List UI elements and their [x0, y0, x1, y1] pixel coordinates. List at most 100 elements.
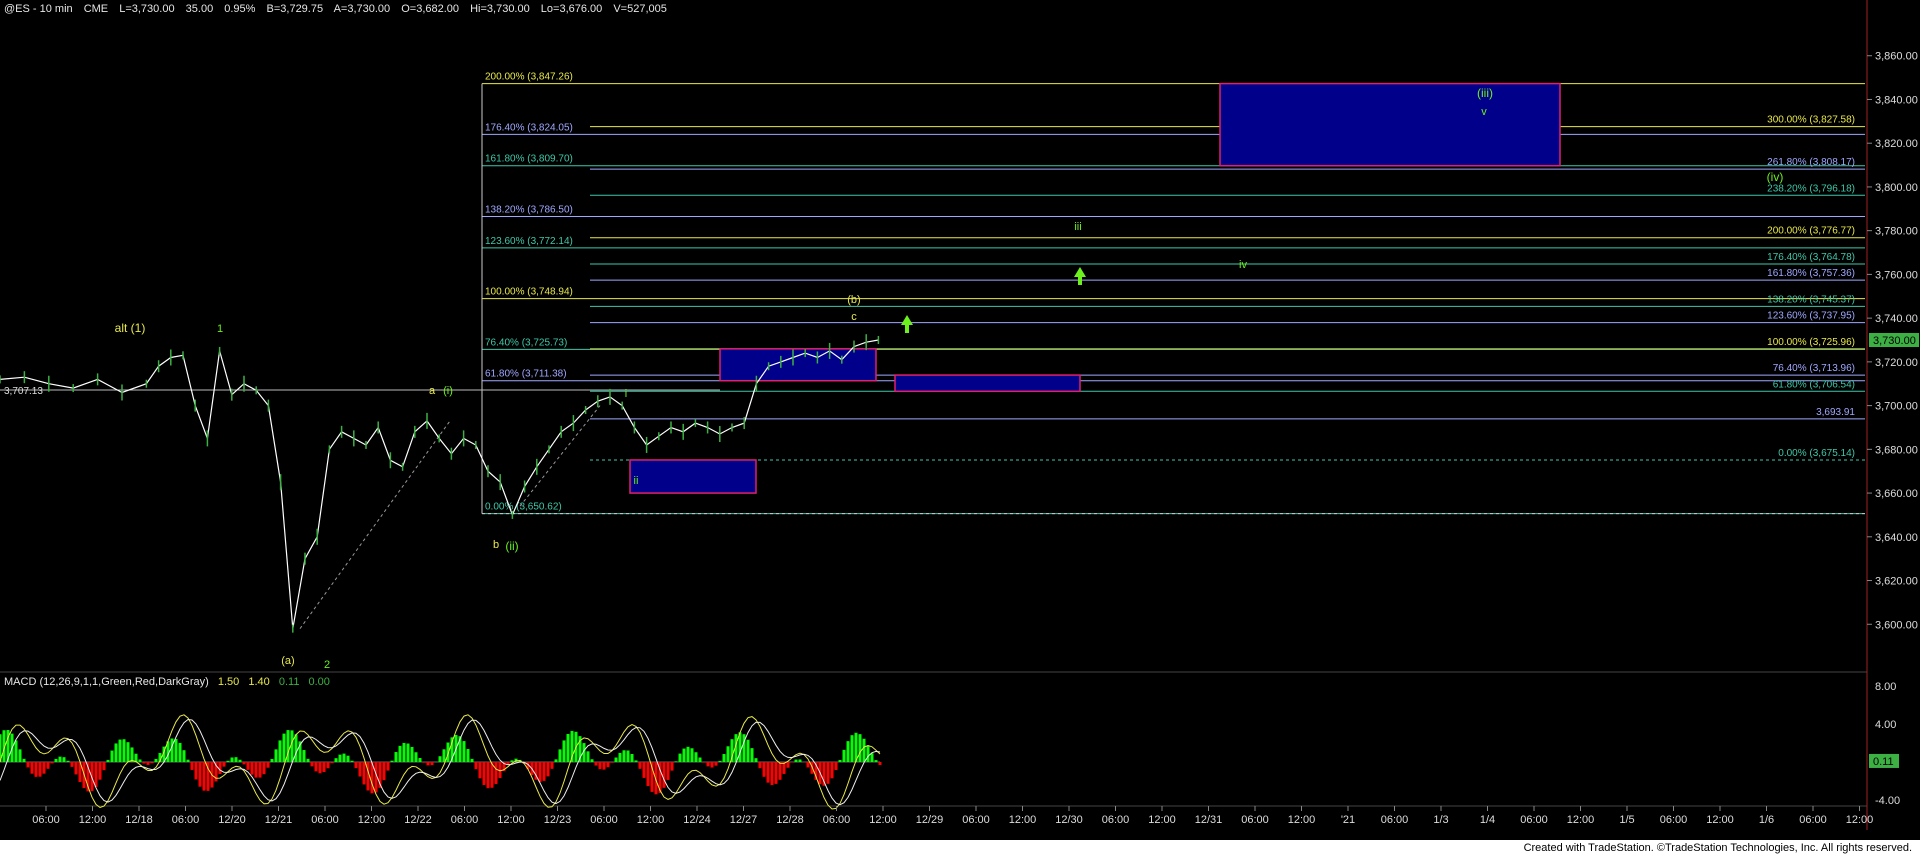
exchange-label: CME	[83, 3, 109, 15]
fib-label-right: 200.00% (3,776.77)	[1767, 226, 1855, 237]
wave-label: alt (1)	[115, 321, 146, 335]
fib-label-left: 100.00% (3,748.94)	[485, 287, 573, 298]
x-tick-label: 12/24	[683, 814, 711, 826]
wave-label: ii	[634, 475, 639, 487]
pct-change: 0.95%	[224, 3, 256, 15]
x-tick-label: 12/29	[916, 814, 944, 826]
x-tick-label: 12/18	[125, 814, 153, 826]
y-tick-label: 3,680.00	[1875, 444, 1918, 456]
last-price-badge-label: 3,730.00	[1873, 335, 1916, 347]
x-tick-label: 06:00	[1381, 814, 1409, 826]
net-change: 35.00	[185, 3, 214, 15]
x-tick-label: 06:00	[32, 814, 60, 826]
fib-label-left: 0.00% (3,650.62)	[485, 502, 562, 513]
fib-label-left: 61.80% (3,711.38)	[485, 369, 567, 380]
wave-label: iii	[1074, 221, 1081, 233]
x-tick-label: 12:00	[358, 814, 386, 826]
fib-label-right: 161.80% (3,757.36)	[1767, 268, 1855, 279]
target-box	[719, 348, 877, 382]
wave-label: (a)	[281, 655, 294, 667]
wave-label: a	[429, 385, 436, 397]
y-tick-label: 3,840.00	[1875, 94, 1918, 106]
macd-y-tick: 4.00	[1875, 719, 1896, 731]
macd-value-3: 0.11	[278, 676, 300, 688]
fib-label-right: 176.40% (3,764.78)	[1767, 252, 1855, 263]
y-tick-label: 3,760.00	[1875, 269, 1918, 281]
footer-text: Created with TradeStation. ©TradeStation…	[1523, 842, 1912, 854]
left-price-label: 3,707.13	[4, 386, 43, 397]
volume: V=527,005	[613, 3, 667, 15]
x-tick-label: 1/5	[1619, 814, 1634, 826]
x-tick-label: 12/30	[1055, 814, 1083, 826]
chart-canvas[interactable]: 3,600.00 3,620.00 3,640.00 3,660.00 3,680.00…	[0, 0, 1920, 857]
fib-label-right: 0.00% (3,675.14)	[1778, 448, 1855, 459]
x-tick-label: 1/4	[1480, 814, 1495, 826]
x-tick-label: 12:00	[1567, 814, 1595, 826]
ask-price: A=3,730.00	[333, 3, 391, 15]
y-tick-label: 3,860.00	[1875, 51, 1918, 63]
wave-label: 2	[324, 659, 330, 671]
fib-label-right: 61.80% (3,706.54)	[1773, 379, 1855, 390]
target-box	[629, 459, 757, 494]
wave-label: (b)	[847, 294, 860, 306]
macd-value-4: 0.00	[308, 676, 330, 688]
x-tick-label: 06:00	[1241, 814, 1269, 826]
x-tick-label: 06:00	[823, 814, 851, 826]
symbol-header: @ES - 10 min CME L=3,730.00 35.00 0.95% …	[4, 3, 675, 15]
fib-label-right: 261.80% (3,808.17)	[1767, 157, 1855, 168]
x-tick-label: 12/21	[265, 814, 293, 826]
x-tick-label: 06:00	[962, 814, 990, 826]
x-tick-label: 06:00	[311, 814, 339, 826]
x-tick-label: 12/28	[776, 814, 804, 826]
macd-header: MACD (12,26,9,1,1,Green,Red,DarkGray) 1.…	[4, 676, 330, 688]
y-tick-label: 3,700.00	[1875, 401, 1918, 413]
x-tick-label: 12:00	[1846, 814, 1874, 826]
y-tick-label: 3,600.00	[1875, 619, 1918, 631]
x-tick-label: 12:00	[79, 814, 107, 826]
x-tick-label: 1/3	[1433, 814, 1448, 826]
x-tick-label: 06:00	[1799, 814, 1827, 826]
wave-label: 1	[217, 323, 223, 335]
y-tick-label: 3,780.00	[1875, 226, 1918, 238]
wave-label: v	[1481, 106, 1487, 118]
x-tick-label: '21	[1341, 814, 1355, 826]
fib-label-right: 238.20% (3,796.18)	[1767, 183, 1855, 194]
fib-label-right: 76.40% (3,713.96)	[1773, 363, 1855, 374]
fib-label-left: 161.80% (3,809.70)	[485, 154, 573, 165]
x-tick-label: 12/23	[544, 814, 572, 826]
x-tick-label: 12:00	[1706, 814, 1734, 826]
macd-value-2: 1.40	[248, 676, 270, 688]
symbol-label: @ES - 10 min	[4, 3, 73, 15]
fib-label-left: 123.60% (3,772.14)	[485, 236, 573, 247]
fib-label-left: 200.00% (3,847.26)	[485, 72, 573, 83]
fib-label-right: 138.20% (3,745.37)	[1767, 294, 1855, 305]
y-tick-label: 3,640.00	[1875, 532, 1918, 544]
x-tick-label: 12/20	[218, 814, 246, 826]
x-tick-label: 06:00	[1102, 814, 1130, 826]
x-tick-label: 12/27	[730, 814, 758, 826]
fib-label-left: 76.40% (3,725.73)	[485, 337, 567, 348]
last-price: L=3,730.00	[119, 3, 175, 15]
x-tick-label: 06:00	[1660, 814, 1688, 826]
wave-label: c	[851, 311, 857, 323]
fib-label-right: 300.00% (3,827.58)	[1767, 115, 1855, 126]
wave-label: (ii)	[505, 539, 518, 553]
x-tick-label: 12:00	[497, 814, 525, 826]
macd-y-tick: -4.00	[1875, 795, 1900, 807]
wave-label: (iii)	[1477, 86, 1493, 100]
fib-label-left: 138.20% (3,786.50)	[485, 204, 573, 215]
fib-label-right: 100.00% (3,725.96)	[1767, 337, 1855, 348]
x-tick-label: 12:00	[637, 814, 665, 826]
x-tick-label: 06:00	[451, 814, 479, 826]
y-tick-label: 3,820.00	[1875, 138, 1918, 150]
high-price: Hi=3,730.00	[470, 3, 530, 15]
fib-label-right: 123.60% (3,737.95)	[1767, 311, 1855, 322]
bid-price: B=3,729.75	[266, 3, 324, 15]
macd-y-tick: 8.00	[1875, 681, 1896, 693]
x-tick-label: 12:00	[869, 814, 897, 826]
low-price: Lo=3,676.00	[540, 3, 603, 15]
macd-value-1: 1.50	[217, 676, 240, 688]
x-tick-label: 12/22	[404, 814, 432, 826]
y-tick-label: 3,620.00	[1875, 576, 1918, 588]
footer-bar: Created with TradeStation. ©TradeStation…	[0, 840, 1920, 857]
